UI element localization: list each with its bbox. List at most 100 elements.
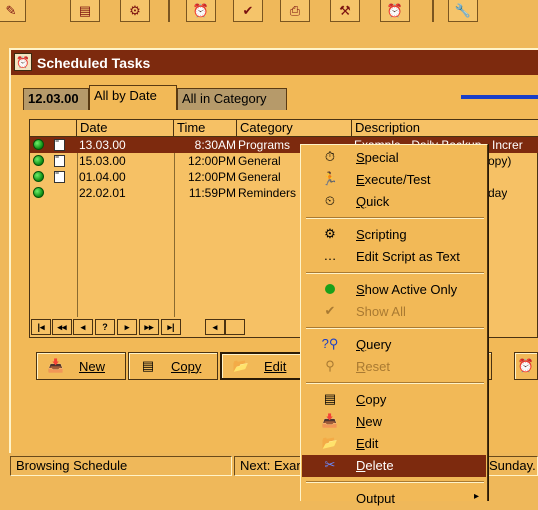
status-middle: Next: Exan [234,456,304,476]
new-button[interactable]: 📥 New [36,352,126,380]
help-icon[interactable]: ? [95,319,115,335]
check-icon: ✔ [324,303,336,318]
menu-item-copy[interactable]: ▤ Copy [302,389,486,411]
status-right: Sunday. [486,456,538,476]
script-document-icon: ≡ [54,154,65,167]
menu-item-new[interactable]: 📥 New [302,411,486,433]
toolbar-check-icon[interactable]: ✔ [233,0,263,22]
reset-icon: ⚲ [325,358,335,373]
menu-item-reset[interactable]: ⚲ Reset [302,356,486,378]
active-status-icon [33,139,44,150]
first-page-icon[interactable]: |◂ [31,319,51,335]
menu-label: Execute/Test [356,172,431,187]
toolbar-separator [168,0,170,22]
menu-label: Show Active Only [356,282,458,297]
menu-separator [306,382,484,384]
last-page-icon[interactable]: ▸| [161,319,181,335]
toolbar-notes-icon[interactable]: ✎ [0,0,26,22]
copy-button[interactable]: ▤ Copy [128,352,218,380]
tab-all-in-category[interactable]: All in Category [177,88,287,110]
active-status-icon [33,171,44,182]
tab-date[interactable]: 12.03.00 [23,88,89,110]
row-time: 8:30AM [194,138,236,152]
row-category: Programs [238,138,291,152]
delete-icon: ✂ [324,457,336,472]
copy-button-label: Copy [171,358,202,374]
menu-item-output[interactable]: Output ▸ [302,488,486,510]
menu-separator [306,217,484,219]
menu-label: Copy [356,392,387,407]
menu-label: Edit Script as Text [356,249,460,264]
prev-icon[interactable]: ◂ [73,319,93,335]
toolbar-tools-icon[interactable]: ⚒ [330,0,360,22]
toolbar-clock-icon[interactable]: ⏰ [186,0,216,22]
menu-item-quick[interactable]: ⏲ Quick [302,191,486,213]
column-header-icons[interactable] [30,120,77,137]
toolbar-gears-icon[interactable]: ⚙ [120,0,150,22]
column-header-description[interactable]: Description [352,120,538,137]
column-header-category[interactable]: Category [237,120,352,137]
toolbar-wrench-icon[interactable]: 🔧 [448,0,478,22]
menu-item-execute-test[interactable]: 🏃 Execute/Test [302,169,486,191]
clock-button[interactable]: ⏰ [514,352,538,380]
copy-icon: ▤ [141,358,155,373]
scroll-left-icon[interactable]: ◂ [205,319,225,335]
new-icon: 📥 [47,358,65,373]
menu-label: Quick [356,194,390,209]
row-description: day [488,186,508,200]
green-dot-icon [320,281,340,299]
quick-icon: ⏲ [324,193,336,208]
menu-label: Edit [356,436,379,451]
toolbar-printer-icon[interactable]: ⎙ [280,0,310,22]
row-time: 12:00PM [187,154,236,168]
menu-label: Delete [356,458,394,473]
menu-item-special[interactable]: ⏱ Special [302,147,486,169]
menu-label: Output [356,491,396,506]
menu-separator [306,327,484,329]
menu-separator [306,481,484,483]
status-left: Browsing Schedule [10,456,232,476]
row-category: General [238,170,281,184]
toolbar-document-icon[interactable]: ▤ [70,0,100,22]
menu-item-delete[interactable]: ✂ Delete [302,455,486,477]
column-header-time[interactable]: Time [174,120,237,137]
tab-all-by-date[interactable]: All by Date [89,85,177,110]
edit-icon: 📂 [321,435,339,450]
prev-block-icon[interactable]: ◂◂ [52,319,72,335]
script-document-icon: ≡ [54,138,65,151]
new-button-label: New [79,358,106,374]
row-date: 01.04.00 [79,170,126,184]
menu-label: Show All [356,304,406,319]
progress-line [461,95,538,99]
window-titlebar[interactable]: Scheduled Tasks [11,50,538,75]
toolbar-separator [432,0,434,22]
menu-item-show-all[interactable]: ✔ Show All [302,301,486,323]
query-icon: ?⚲ [321,336,339,351]
menu-item-edit[interactable]: 📂 Edit [302,433,486,455]
menu-item-query[interactable]: ?⚲ Query [302,334,486,356]
toolbar-alarm-icon[interactable]: ⏰ [380,0,410,22]
column-header-date[interactable]: Date [77,120,174,137]
next-icon[interactable]: ▸ [117,319,137,335]
scroll-track[interactable] [225,319,245,335]
script-icon: ⚙ [324,226,336,241]
new-icon: 📥 [321,413,339,428]
row-date: 15.03.00 [79,154,126,168]
row-time: 12:00PM [187,170,236,184]
row-date: 22.02.01 [79,186,126,200]
edit-button-label: Edit [264,358,287,374]
row-time: 11:59PM [188,186,236,200]
menu-label: New [356,414,383,429]
menu-item-scripting[interactable]: ⚙ Scripting [302,224,486,246]
edit-button[interactable]: 📂 Edit [220,352,302,380]
special-icon: ⏱ [324,149,336,164]
copy-icon: ▤ [323,391,337,406]
menu-item-edit-script-as-text[interactable]: … Edit Script as Text [302,246,486,268]
submenu-arrow-icon: ▸ [474,491,480,502]
row-description: opy) [488,154,512,168]
next-block-icon[interactable]: ▸▸ [139,319,159,335]
calendar-clock-icon[interactable]: ⏰ [14,53,32,71]
menu-item-show-active-only[interactable]: Show Active Only [302,279,486,301]
row-date: 13.03.00 [79,138,126,152]
row-category: General [238,154,281,168]
